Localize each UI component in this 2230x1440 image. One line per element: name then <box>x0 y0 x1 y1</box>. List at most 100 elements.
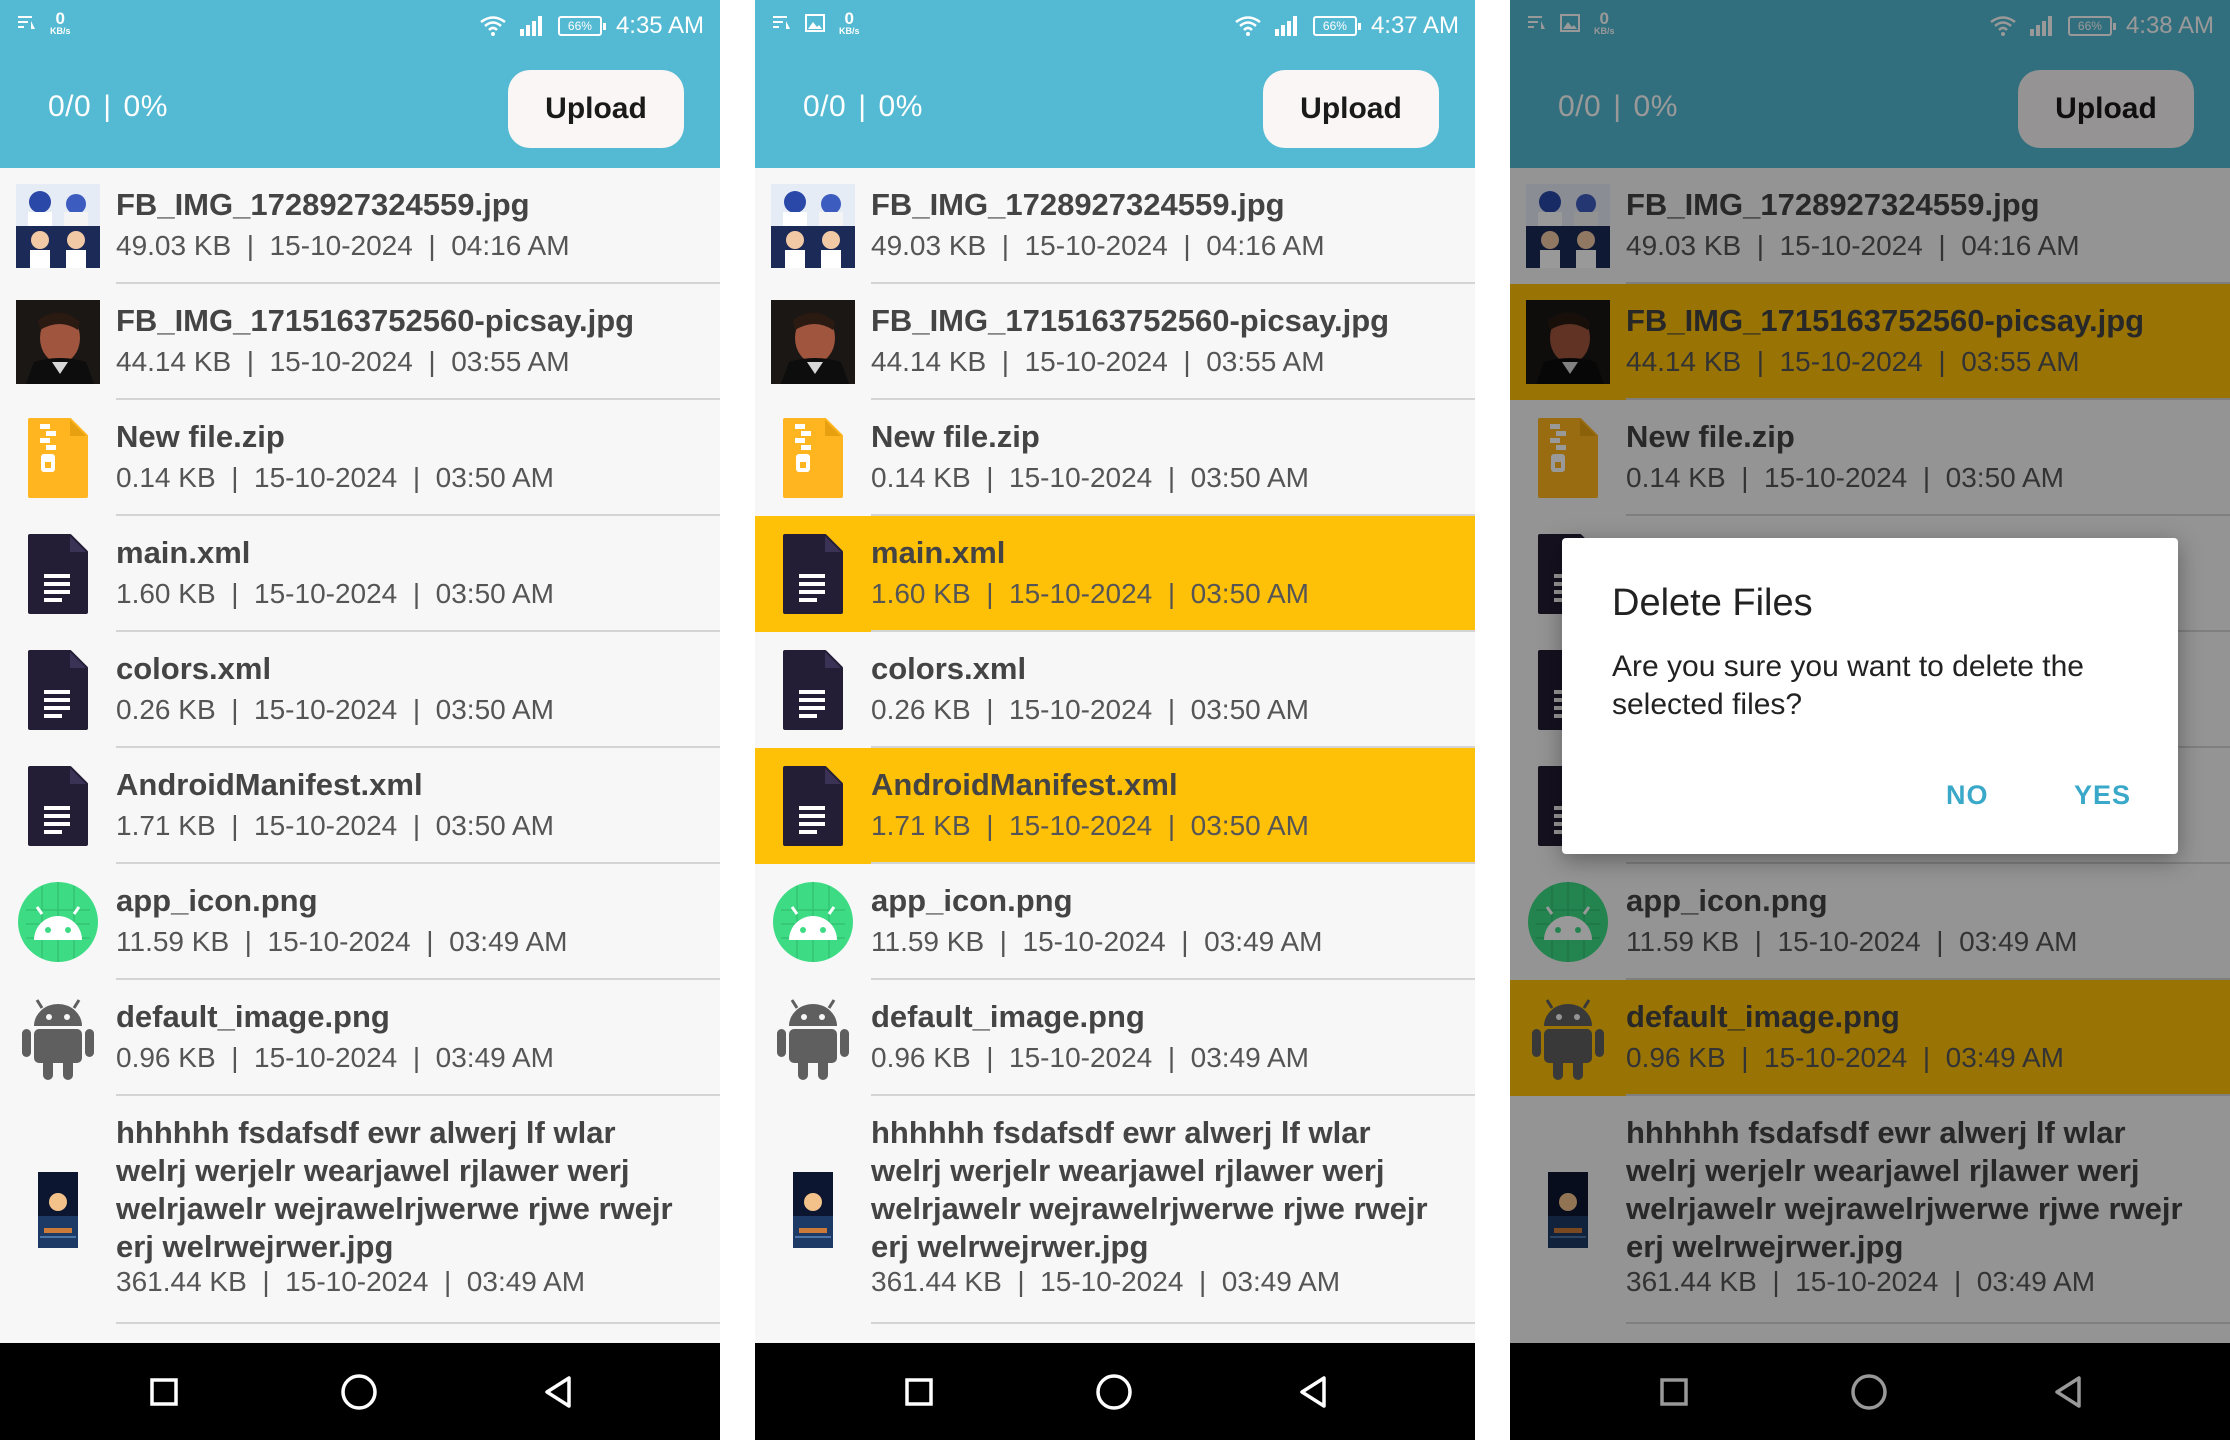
file-row[interactable]: colors.xml 0.26 KB | 15-10-2024 | 03:50 … <box>0 632 720 748</box>
meta-separator: | <box>231 230 270 261</box>
file-row[interactable]: main.xml 1.60 KB | 15-10-2024 | 03:50 AM <box>755 516 1475 632</box>
wifi-icon <box>1235 16 1261 36</box>
file-size: 361.44 KB <box>871 1266 1002 1297</box>
file-meta: 361.44 KB | 15-10-2024 | 03:49 AM <box>116 1266 585 1298</box>
file-time: 03:50 AM <box>435 462 554 493</box>
meta-separator: | <box>1152 462 1191 493</box>
home-button[interactable] <box>332 1365 386 1419</box>
dialog-title: Delete Files <box>1612 582 1813 624</box>
recent-apps-button[interactable] <box>137 1365 191 1419</box>
battery-icon: 66% <box>557 16 606 36</box>
file-date: 15-10-2024 <box>285 1266 429 1297</box>
home-button[interactable] <box>1087 1365 1141 1419</box>
meta-separator: | <box>412 230 452 261</box>
file-meta: 0.14 KB | 15-10-2024 | 03:50 AM <box>116 462 554 494</box>
meta-separator: | <box>1152 694 1191 725</box>
file-row[interactable]: AndroidManifest.xml 1.71 KB | 15-10-2024… <box>755 748 1475 864</box>
file-row[interactable]: main.xml 1.60 KB | 15-10-2024 | 03:50 AM <box>0 516 720 632</box>
network-speed: 0 KB/s <box>839 10 860 36</box>
file-row[interactable]: app_icon.png 11.59 KB | 15-10-2024 | 03:… <box>755 864 1475 980</box>
file-meta: 0.26 KB | 15-10-2024 | 03:50 AM <box>116 694 554 726</box>
file-meta: 361.44 KB | 15-10-2024 | 03:49 AM <box>871 1266 1340 1298</box>
meta-separator: | <box>1152 1042 1191 1073</box>
file-date: 15-10-2024 <box>269 346 413 377</box>
file-name: main.xml <box>116 535 251 570</box>
network-speed: 0 KB/s <box>50 10 71 36</box>
signal-icon <box>1274 16 1297 36</box>
file-date: 15-10-2024 <box>1009 810 1153 841</box>
android-robot-icon <box>771 996 855 1080</box>
meta-separator: | <box>246 1266 286 1297</box>
network-speed-value: 0 <box>844 9 854 28</box>
recent-apps-icon <box>150 1378 178 1406</box>
file-row[interactable]: FB_IMG_1728927324559.jpg 49.03 KB | 15-1… <box>755 168 1475 284</box>
file-meta: 1.60 KB | 15-10-2024 | 03:50 AM <box>871 578 1309 610</box>
file-time: 03:50 AM <box>435 694 554 725</box>
recent-apps-icon <box>905 1378 933 1406</box>
file-date: 15-10-2024 <box>254 462 398 493</box>
file-meta: 49.03 KB | 15-10-2024 | 04:16 AM <box>871 230 1325 262</box>
file-date: 15-10-2024 <box>1009 694 1153 725</box>
meta-separator: | <box>970 810 1010 841</box>
file-name: main.xml <box>871 535 1006 570</box>
document-icon <box>16 648 100 732</box>
file-size: 49.03 KB <box>116 230 232 261</box>
meta-separator: | <box>986 230 1025 261</box>
file-row[interactable]: hhhhhh fsdafsdf ewr alwerj lf wlar welrj… <box>755 1096 1475 1324</box>
file-row[interactable]: New file.zip 0.14 KB | 15-10-2024 | 03:5… <box>755 400 1475 516</box>
phone-screen-3: 0 KB/s 66% 4:38 AM 0/0 | 0% Upload FB_IMG_… <box>1510 0 2230 1440</box>
file-meta: 1.71 KB | 15-10-2024 | 03:50 AM <box>871 810 1309 842</box>
yes-button[interactable]: YES <box>2074 780 2131 811</box>
file-meta: 0.96 KB | 15-10-2024 | 03:49 AM <box>871 1042 1309 1074</box>
status-bar: 0 KB/s 66% 4:35 AM <box>0 0 720 52</box>
file-time: 03:50 AM <box>1190 578 1309 609</box>
recent-apps-button[interactable] <box>892 1365 946 1419</box>
file-row[interactable]: FB_IMG_1715163752560-picsay.jpg 44.14 KB… <box>755 284 1475 400</box>
file-name: FB_IMG_1715163752560-picsay.jpg <box>871 303 1390 338</box>
android-robot-icon <box>16 996 100 1080</box>
meta-separator: | <box>410 926 450 957</box>
file-size: 0.26 KB <box>116 694 216 725</box>
meta-separator: | <box>970 1042 1010 1073</box>
upload-percent: 0% <box>878 90 923 123</box>
file-time: 03:50 AM <box>1190 694 1309 725</box>
file-time: 03:49 AM <box>435 1042 554 1073</box>
file-time: 03:49 AM <box>449 926 568 957</box>
progress-separator: | <box>103 90 112 123</box>
file-row[interactable]: FB_IMG_1728927324559.jpg 49.03 KB | 15-1… <box>0 168 720 284</box>
back-button[interactable] <box>532 1365 586 1419</box>
notification-icon <box>773 16 790 29</box>
upload-count: 0/0 <box>803 90 847 123</box>
file-size: 11.59 KB <box>871 926 985 957</box>
no-button[interactable]: NO <box>1946 780 1989 811</box>
back-button[interactable] <box>1287 1365 1341 1419</box>
file-row[interactable]: default_image.png 0.96 KB | 15-10-2024 |… <box>755 980 1475 1096</box>
meta-separator: | <box>1167 346 1207 377</box>
meta-separator: | <box>1152 578 1191 609</box>
file-name: AndroidManifest.xml <box>116 767 423 802</box>
file-row[interactable]: colors.xml 0.26 KB | 15-10-2024 | 03:50 … <box>755 632 1475 748</box>
file-name: New file.zip <box>871 419 1040 454</box>
file-size: 361.44 KB <box>116 1266 247 1297</box>
status-time: 4:37 AM <box>1370 12 1459 39</box>
file-row[interactable]: AndroidManifest.xml 1.71 KB | 15-10-2024… <box>0 748 720 864</box>
moon-photo-thumbnail <box>771 1168 855 1252</box>
document-icon <box>771 532 855 616</box>
meta-separator: | <box>231 346 270 377</box>
meta-separator: | <box>397 578 436 609</box>
file-meta: 11.59 KB | 15-10-2024 | 03:49 AM <box>871 926 1322 958</box>
meta-separator: | <box>412 346 452 377</box>
file-row[interactable]: New file.zip 0.14 KB | 15-10-2024 | 03:5… <box>0 400 720 516</box>
status-bar: 0 KB/s 66% 4:37 AM <box>755 0 1475 52</box>
file-row[interactable]: FB_IMG_1715163752560-picsay.jpg 44.14 KB… <box>0 284 720 400</box>
file-row[interactable]: app_icon.png 11.59 KB | 15-10-2024 | 03:… <box>0 864 720 980</box>
file-row[interactable]: hhhhhh fsdafsdf ewr alwerj lf wlar welrj… <box>0 1096 720 1324</box>
file-time: 03:49 AM <box>466 1266 586 1297</box>
upload-button[interactable]: Upload <box>508 70 684 148</box>
file-row[interactable]: default_image.png 0.96 KB | 15-10-2024 |… <box>0 980 720 1096</box>
delete-dialog: Delete Files Are you sure you want to de… <box>1562 538 2178 854</box>
file-time: 03:50 AM <box>1190 810 1309 841</box>
document-icon <box>771 764 855 848</box>
upload-button[interactable]: Upload <box>1263 70 1439 148</box>
notification-icon <box>18 16 35 29</box>
